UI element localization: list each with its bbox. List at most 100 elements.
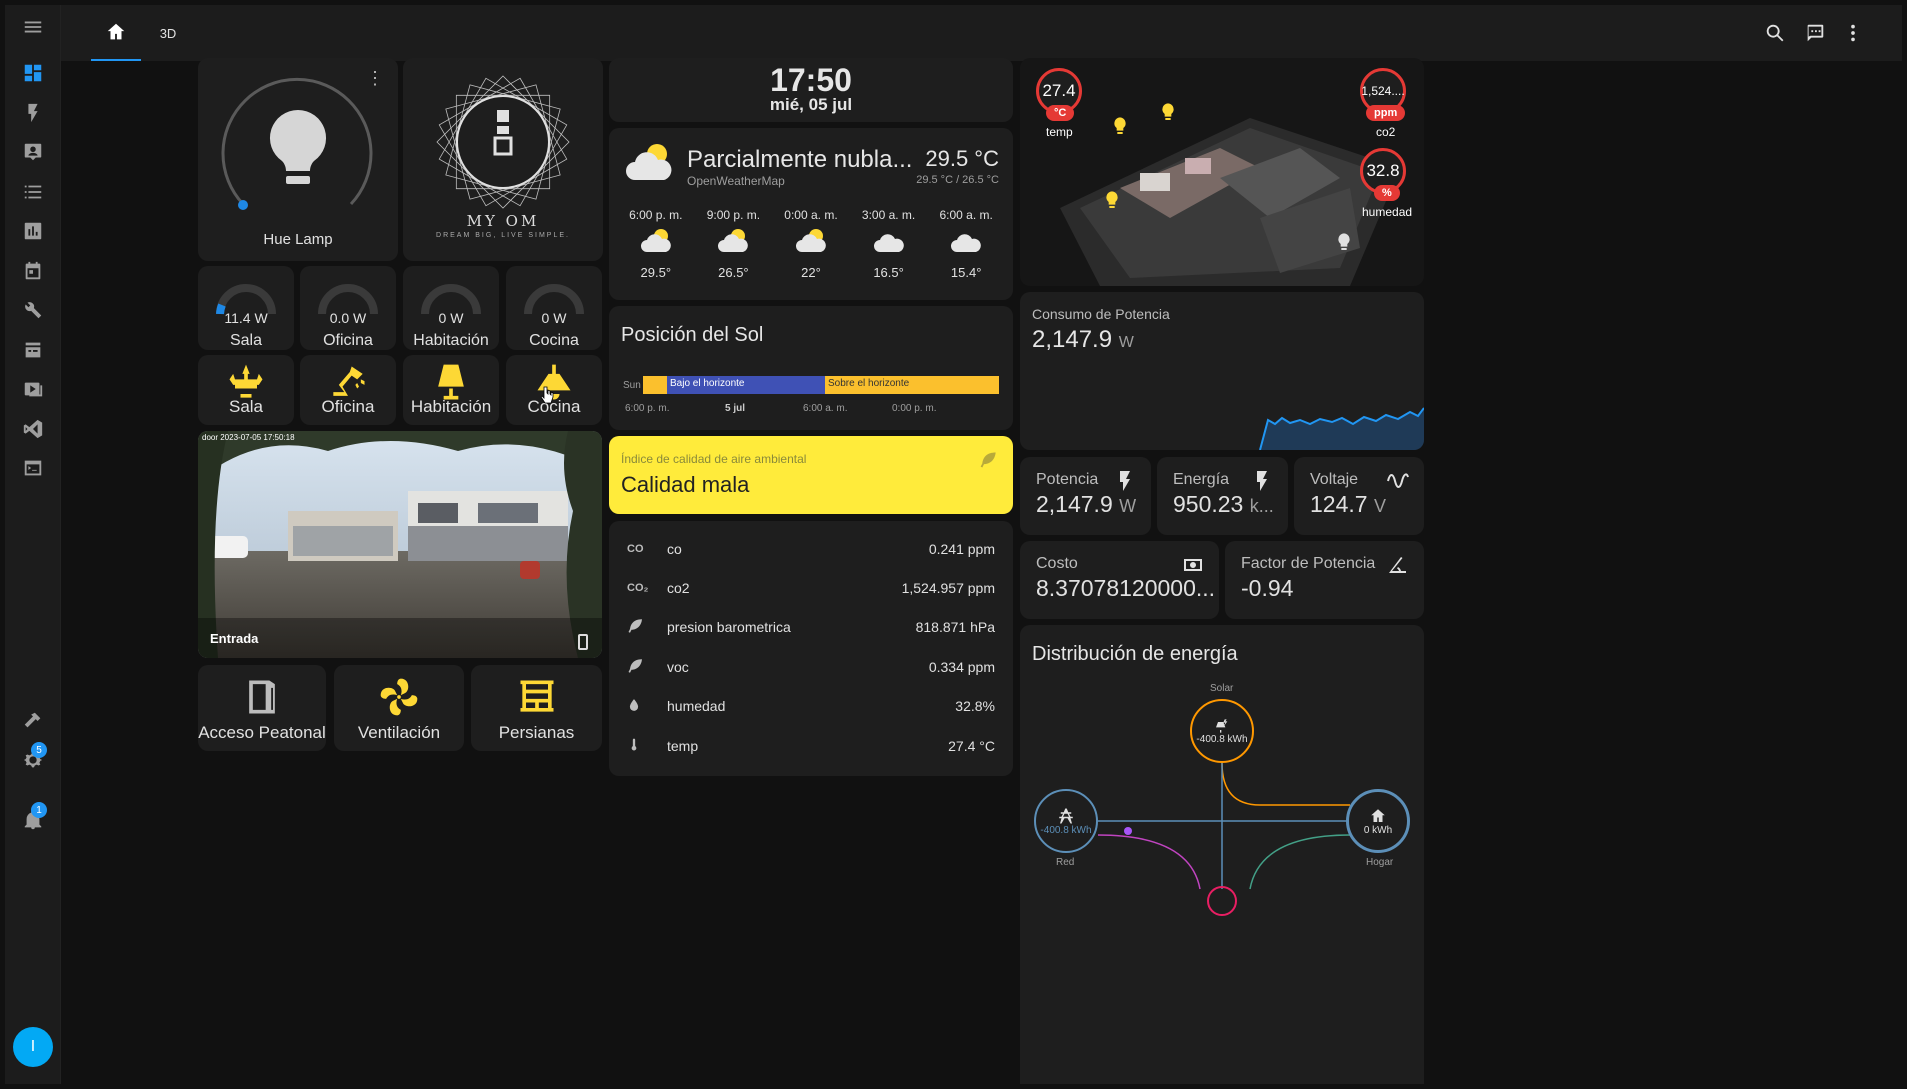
light-button-sala[interactable]: Sala — [198, 355, 294, 425]
camera-card[interactable]: door 2023-07-05 17:50:18 Entrada — [198, 431, 602, 658]
device-button-persianas[interactable]: Persianas — [471, 665, 602, 751]
energy-distribution-card[interactable]: Distribución de energía Solar -400.8 kWh… — [1020, 625, 1424, 1084]
hammer-icon — [24, 712, 41, 728]
tile-potencia[interactable]: Potencia 2,147.9 W — [1020, 457, 1151, 535]
sidebar-item-terminal[interactable] — [13, 448, 53, 488]
sidebar-item-tools[interactable] — [13, 290, 53, 330]
forecast-temp: 15.4° — [950, 265, 982, 280]
power-consumption-card[interactable]: Consumo de Potencia 2,147.9 W — [1020, 292, 1424, 450]
forecast-temp: 22° — [801, 265, 821, 280]
temp-label: temp — [1046, 125, 1073, 139]
weather-card[interactable]: Parcialmente nubla... OpenWeatherMap 29.… — [609, 128, 1013, 300]
sensor-row-co2[interactable]: CO₂ co2 1,524.957 ppm — [627, 568, 995, 608]
flash-icon — [28, 103, 38, 123]
sidebar-item-history[interactable] — [13, 211, 53, 251]
tile-costo[interactable]: Costo 8.37078120000... — [1020, 541, 1219, 619]
consumption-title: Consumo de Potencia — [1032, 306, 1170, 322]
home-label: Hogar — [1366, 857, 1394, 868]
air-quality-title: Índice de calidad de aire ambiental — [621, 452, 807, 466]
tile-factor-potencia[interactable]: Factor de Potencia -0.94 — [1225, 541, 1424, 619]
sun-bar-below[interactable]: Bajo el horizonte — [667, 376, 825, 394]
power-gauge-oficina[interactable]: 0.0 W Oficina — [300, 266, 396, 350]
sidebar-item-calendar[interactable] — [13, 251, 53, 291]
sidebar-item-hacs[interactable] — [13, 330, 53, 370]
humidity-unit: % — [1374, 185, 1400, 201]
solar-panel-icon — [1216, 718, 1228, 733]
light-button-cocina[interactable]: Cocina — [506, 355, 602, 425]
sensor-value: 0.334 ppm — [928, 659, 995, 675]
consumption-sparkline — [1259, 407, 1424, 450]
sensor-row-co[interactable]: CO co 0.241 ppm — [627, 529, 995, 569]
sidebar-item-settings[interactable]: 5 — [13, 740, 53, 780]
tile-voltaje[interactable]: Voltaje 124.7 V — [1294, 457, 1424, 535]
lightbulb-icon[interactable] — [1160, 102, 1176, 122]
sidebar-item-vscode[interactable] — [13, 409, 53, 449]
more-options-icon[interactable]: ⋮ — [366, 68, 384, 89]
partly-cloudy-icon — [640, 229, 671, 252]
avatar[interactable]: I — [13, 1027, 53, 1067]
sun-position-card[interactable]: Posición del Sol Sun Bajo el horizonte S… — [609, 306, 1013, 430]
grid-node[interactable]: -400.8 kWh — [1034, 789, 1098, 853]
sidebar-item-map[interactable] — [13, 132, 53, 172]
water-percent-icon — [627, 696, 667, 717]
device-button-ventilacion[interactable]: Ventilación — [334, 665, 464, 751]
weather-condition: Parcialmente nubla... — [687, 146, 913, 173]
lightbulb-icon[interactable] — [1112, 116, 1128, 136]
device-name: Acceso Peatonal — [198, 723, 326, 742]
power-gauge-habitacion[interactable]: 0 W Habitación — [403, 266, 499, 350]
lightbulb-icon[interactable] — [1104, 190, 1120, 210]
sensor-row-temp[interactable]: temp 27.4 °C — [627, 726, 995, 766]
grid-label: Red — [1056, 857, 1075, 868]
solar-value: -400.8 kWh — [1196, 733, 1248, 745]
sidebar-item-developer-tools[interactable] — [13, 701, 53, 741]
sensor-value: 818.871 hPa — [915, 619, 995, 635]
forecast-temp: 26.5° — [718, 265, 749, 280]
search-icon[interactable] — [1761, 19, 1789, 47]
solar-label: Solar — [1210, 683, 1234, 694]
power-gauge-cocina[interactable]: 0 W Cocina — [506, 266, 602, 350]
sensor-row-pressure[interactable]: presion barometrica 818.871 hPa — [627, 607, 995, 647]
gauge-name: Oficina — [323, 332, 373, 349]
sidebar-item-notifications[interactable]: 1 — [13, 800, 53, 840]
tile-title: Voltaje — [1310, 471, 1359, 488]
cursor-icon — [540, 386, 554, 404]
sensor-row-voc[interactable]: voc 0.334 ppm — [627, 647, 995, 687]
lightbulb-icon[interactable] — [1336, 232, 1352, 252]
light-button-habitacion[interactable]: Habitación — [403, 355, 499, 425]
floorplan-card[interactable]: 27.4 °C temp 1,524.... ppm co2 32.8 % hu… — [1020, 58, 1424, 286]
sensor-name: voc — [667, 659, 689, 675]
sidebar-item-logbook[interactable] — [13, 172, 53, 212]
sensor-name: co2 — [667, 580, 690, 596]
home-node[interactable]: 0 kWh — [1346, 789, 1410, 853]
tile-value: -0.94 — [1241, 575, 1294, 601]
sidebar-item-overview[interactable] — [13, 53, 53, 93]
sun-bar-above[interactable]: Sobre el horizonte — [825, 376, 999, 394]
tab-3d[interactable]: 3D — [143, 5, 193, 61]
account-box-icon — [24, 143, 42, 161]
gauge-name: Habitación — [413, 332, 489, 349]
power-gauge-sala[interactable]: 11.4 W Sala — [198, 266, 294, 350]
app-frame: 5 1 I 3D ⋮ Hue Lamp MY OM DREAM BIG, LIV… — [5, 5, 1902, 1084]
more-vert-icon[interactable] — [1839, 19, 1867, 47]
sun-bar-above-start[interactable] — [643, 376, 667, 394]
assist-icon[interactable] — [1801, 19, 1829, 47]
air-quality-card[interactable]: Índice de calidad de aire ambiental Cali… — [609, 436, 1013, 514]
partly-cloudy-icon — [626, 144, 672, 180]
menu-icon[interactable] — [13, 7, 53, 47]
tab-home[interactable] — [91, 5, 141, 61]
lamp-dial-handle[interactable] — [238, 200, 248, 210]
forecast-temp: 16.5° — [873, 265, 904, 280]
sidebar-item-media[interactable] — [13, 369, 53, 409]
sidebar-item-energy[interactable] — [13, 93, 53, 133]
tile-title: Factor de Potencia — [1241, 555, 1376, 572]
partly-cloudy-icon — [718, 229, 749, 252]
tile-energia[interactable]: Energía 950.23 k... — [1157, 457, 1288, 535]
device-button-acceso-peatonal[interactable]: Acceso Peatonal — [198, 665, 326, 751]
logo-tagline: DREAM BIG, LIVE SIMPLE. — [436, 232, 570, 239]
lamp-card[interactable]: ⋮ Hue Lamp — [198, 58, 398, 261]
solar-node[interactable]: -400.8 kWh — [1190, 699, 1254, 763]
door-sensor-icon[interactable] — [578, 634, 588, 650]
forecast-time: 6:00 p. m. — [629, 208, 683, 222]
sensor-row-humidity[interactable]: humedad 32.8% — [627, 686, 995, 726]
light-button-oficina[interactable]: Oficina — [300, 355, 396, 425]
